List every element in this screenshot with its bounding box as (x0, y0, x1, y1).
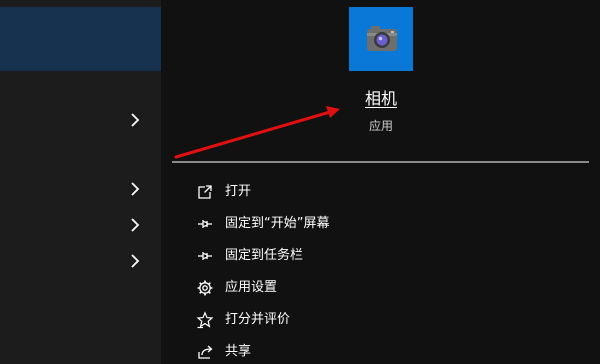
app-actions-menu: 打开 固定到“开始”屏幕 固定到任务栏 应用设置 打分并评价 共享 (172, 176, 600, 364)
results-list-pane (0, 0, 161, 364)
pin-icon (196, 247, 214, 265)
chevron-right-icon[interactable] (129, 253, 141, 269)
star-rate-icon (196, 311, 214, 329)
start-menu-search-results: 相机 应用 打开 固定到“开始”屏幕 固定到任务栏 应用设置 打分并评价 共享 (0, 0, 600, 364)
menu-item-app-settings[interactable]: 应用设置 (172, 272, 600, 304)
menu-item-label: 打开 (225, 184, 252, 199)
menu-item-open[interactable]: 打开 (172, 176, 600, 208)
divider (172, 161, 589, 163)
share-icon (196, 343, 214, 361)
app-name-link[interactable]: 相机 (172, 88, 590, 110)
menu-item-share[interactable]: 共享 (172, 336, 600, 364)
app-type-label: 应用 (368, 119, 393, 133)
camera-icon (367, 26, 397, 51)
menu-item-rate-and-review[interactable]: 打分并评价 (172, 304, 600, 336)
menu-item-pin-to-taskbar[interactable]: 固定到任务栏 (172, 240, 600, 272)
menu-item-label: 固定到“开始”屏幕 (225, 216, 330, 231)
menu-item-label: 应用设置 (225, 280, 278, 295)
menu-item-label: 固定到任务栏 (225, 248, 304, 263)
open-icon (196, 183, 214, 201)
gear-icon (196, 279, 214, 297)
chevron-right-icon[interactable] (129, 217, 141, 233)
camera-app-tile[interactable] (349, 7, 413, 71)
menu-item-pin-to-start[interactable]: 固定到“开始”屏幕 (172, 208, 600, 240)
menu-item-label: 打分并评价 (225, 312, 291, 327)
chevron-right-icon[interactable] (129, 112, 141, 128)
chevron-right-icon[interactable] (129, 181, 141, 197)
pin-icon (196, 215, 214, 233)
menu-item-label: 共享 (225, 344, 252, 359)
selected-result-row[interactable] (0, 7, 161, 71)
app-details-pane: 相机 应用 打开 固定到“开始”屏幕 固定到任务栏 应用设置 打分并评价 共享 (172, 0, 600, 364)
